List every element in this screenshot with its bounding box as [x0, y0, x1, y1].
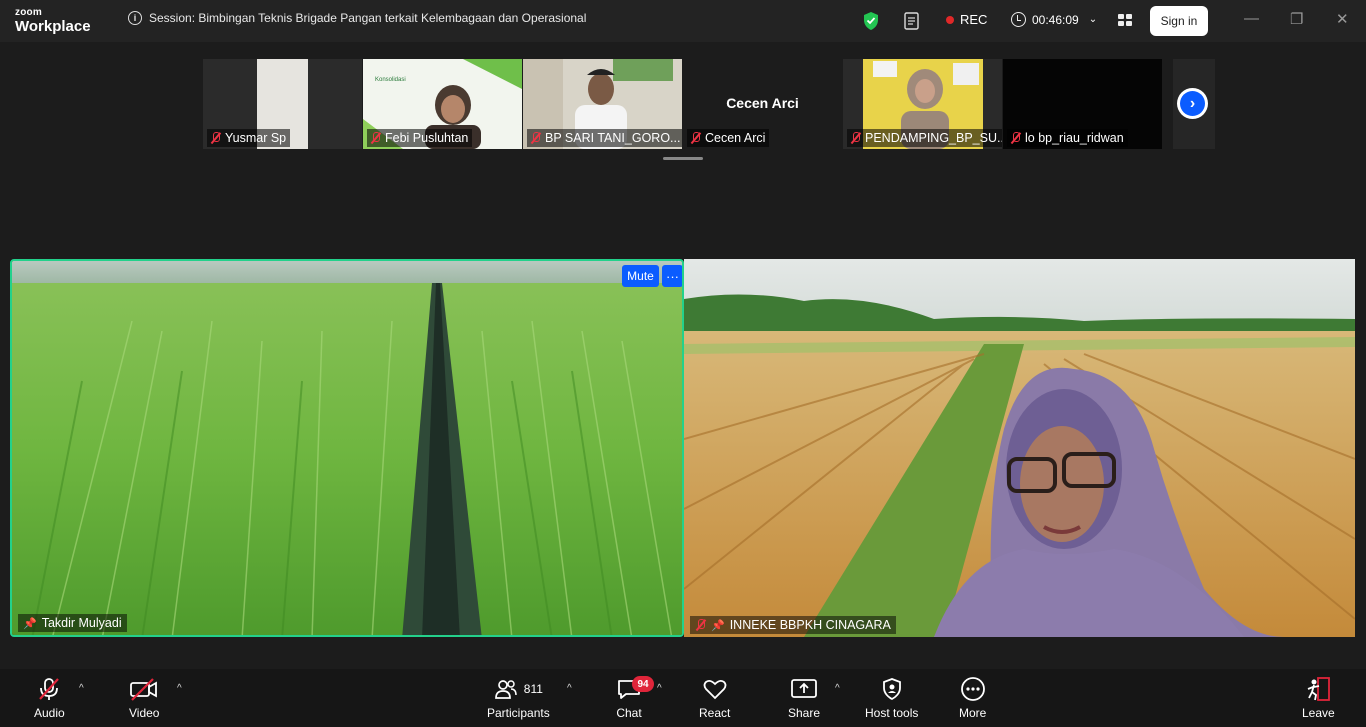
more-button[interactable]: More [959, 675, 986, 720]
close-icon[interactable]: ✕ [1336, 10, 1349, 28]
thumbnail-tile[interactable]: PENDAMPING_BP_SU... [843, 59, 1002, 149]
host-tools-label: Host tools [865, 706, 919, 720]
security-shield-icon[interactable] [862, 11, 880, 31]
participant-name-tag: PENDAMPING_BP_SU... [847, 129, 1002, 147]
participant-name: Cecen Arci [705, 131, 766, 145]
restore-icon[interactable]: ❐ [1290, 10, 1303, 28]
participant-name-tag: Cecen Arci [687, 129, 770, 147]
zoom-meeting-window: zoom Workplace i Session: Bimbingan Tekn… [0, 0, 1366, 727]
audio-options-chevron-icon[interactable]: ^ [79, 683, 84, 694]
leave-label: Leave [1302, 706, 1335, 720]
title-bar: zoom Workplace i Session: Bimbingan Tekn… [0, 0, 1366, 42]
share-button[interactable]: Share [788, 675, 820, 720]
share-label: Share [788, 706, 821, 720]
participant-name-tag: Yusmar Sp [207, 129, 291, 147]
participants-icon [494, 680, 517, 699]
audio-label: Audio [34, 706, 65, 720]
react-label: React [699, 706, 731, 720]
main-video-tile[interactable]: 📌 INNEKE BBPKH CINAGARA [684, 259, 1355, 637]
next-page-button[interactable]: › [1177, 88, 1208, 119]
participant-display-name: Cecen Arci [726, 95, 799, 111]
clock-icon [1011, 12, 1026, 27]
notes-icon[interactable] [903, 11, 921, 31]
chat-options-chevron-icon[interactable]: ^ [657, 683, 662, 694]
meeting-controls-toolbar: Audio ^ Video ^ 811 Participants ^ Chat … [0, 669, 1366, 727]
video-label: Video [129, 706, 160, 720]
leave-door-icon [1308, 677, 1331, 701]
chevron-right-icon: › [1180, 91, 1205, 116]
mic-muted-icon [210, 132, 221, 144]
pin-icon: 📌 [711, 619, 725, 632]
view-layout-button[interactable] [1112, 8, 1138, 32]
participant-name: Takdir Mulyadi [41, 616, 122, 630]
mic-muted-icon [690, 132, 701, 144]
more-options-button[interactable]: ··· [662, 265, 682, 287]
more-label: More [959, 706, 987, 720]
participant-name: INNEKE BBPKH CINAGARA [729, 618, 891, 632]
chat-unread-badge: 94 [632, 676, 654, 692]
participant-name-tag: lo bp_riau_ridwan [1007, 129, 1128, 147]
meeting-timer[interactable]: 00:46:09 ⌄ [1011, 12, 1097, 27]
share-screen-icon [791, 679, 817, 698]
leave-button[interactable]: Leave [1302, 675, 1335, 720]
host-shield-icon [882, 678, 901, 701]
video-options-chevron-icon[interactable]: ^ [177, 683, 182, 694]
thumbnail-tile[interactable]: lo bp_riau_ridwan [1003, 59, 1162, 149]
host-tools-button[interactable]: Host tools [865, 675, 918, 720]
chat-label: Chat [616, 706, 642, 720]
grid-view-icon [1118, 14, 1132, 26]
participants-button[interactable]: 811 Participants [487, 675, 550, 720]
chevron-down-icon: ⌄ [1088, 14, 1098, 25]
main-video-tile-active-speaker[interactable]: Mute ··· 📌 Takdir Mulyadi [10, 259, 684, 637]
strip-resize-handle[interactable] [663, 157, 703, 160]
recording-indicator[interactable]: REC [946, 12, 987, 27]
logo-line-2: Workplace [15, 18, 91, 35]
elapsed-time: 00:46:09 [1032, 12, 1079, 27]
participants-count: 811 [523, 682, 543, 696]
session-info[interactable]: i Session: Bimbingan Teknis Brigade Pang… [128, 11, 586, 25]
rec-label: REC [960, 12, 988, 27]
mic-muted-icon [1010, 132, 1021, 144]
pin-icon: 📌 [23, 617, 37, 630]
share-options-chevron-icon[interactable]: ^ [835, 683, 840, 694]
participant-name-tag: Febi Pusluhtan [367, 129, 473, 147]
minimize-icon[interactable]: — [1244, 10, 1259, 27]
participant-name: PENDAMPING_BP_SU... [865, 131, 1002, 145]
participant-name: Yusmar Sp [225, 131, 287, 145]
mute-participant-button[interactable]: Mute [622, 265, 659, 287]
zoom-logo: zoom Workplace [15, 7, 91, 35]
mic-muted-icon [530, 132, 541, 144]
video-feed [12, 261, 682, 635]
video-feed [684, 259, 1355, 637]
audio-button[interactable]: Audio [34, 675, 65, 720]
participants-options-chevron-icon[interactable]: ^ [567, 683, 572, 694]
logo-line-1: zoom [15, 7, 42, 18]
participant-name-tag: BP SARI TANI_GORO... [527, 129, 682, 147]
sign-in-button[interactable]: Sign in [1150, 6, 1208, 36]
info-icon: i [128, 11, 142, 25]
svg-text:Konsolidasi: Konsolidasi [375, 77, 406, 83]
participants-label: Participants [487, 706, 550, 720]
record-dot-icon [946, 15, 954, 24]
participant-name: lo bp_riau_ridwan [1025, 131, 1124, 145]
react-button[interactable]: React [699, 675, 730, 720]
mic-muted-icon [850, 132, 861, 144]
video-button[interactable]: Video [129, 675, 159, 720]
participant-name-tag: 📌 Takdir Mulyadi [18, 614, 127, 632]
mic-muted-icon [39, 678, 60, 700]
session-title: Session: Bimbingan Teknis Brigade Pangan… [149, 11, 587, 25]
video-off-icon [130, 678, 158, 701]
more-dots-icon [960, 677, 985, 701]
mic-muted-icon [370, 132, 381, 144]
participant-name: Febi Pusluhtan [385, 131, 469, 145]
thumbnail-tile[interactable]: BP SARI TANI_GORO... [523, 59, 682, 149]
thumbnail-tile[interactable]: Konsolidasi Febi Pusluhtan [363, 59, 522, 149]
participant-name-tag: 📌 INNEKE BBPKH CINAGARA [690, 616, 896, 634]
thumbnail-tile[interactable]: Cecen Arci Cecen Arci [683, 59, 842, 149]
participant-thumbnail-strip: Yusmar Sp Konsolidasi Febi Pusluhtan BP … [203, 59, 1215, 149]
mic-muted-icon [695, 619, 706, 631]
heart-icon [703, 679, 727, 700]
participant-name: BP SARI TANI_GORO... [545, 131, 681, 145]
thumbnail-tile[interactable]: Yusmar Sp [203, 59, 362, 149]
